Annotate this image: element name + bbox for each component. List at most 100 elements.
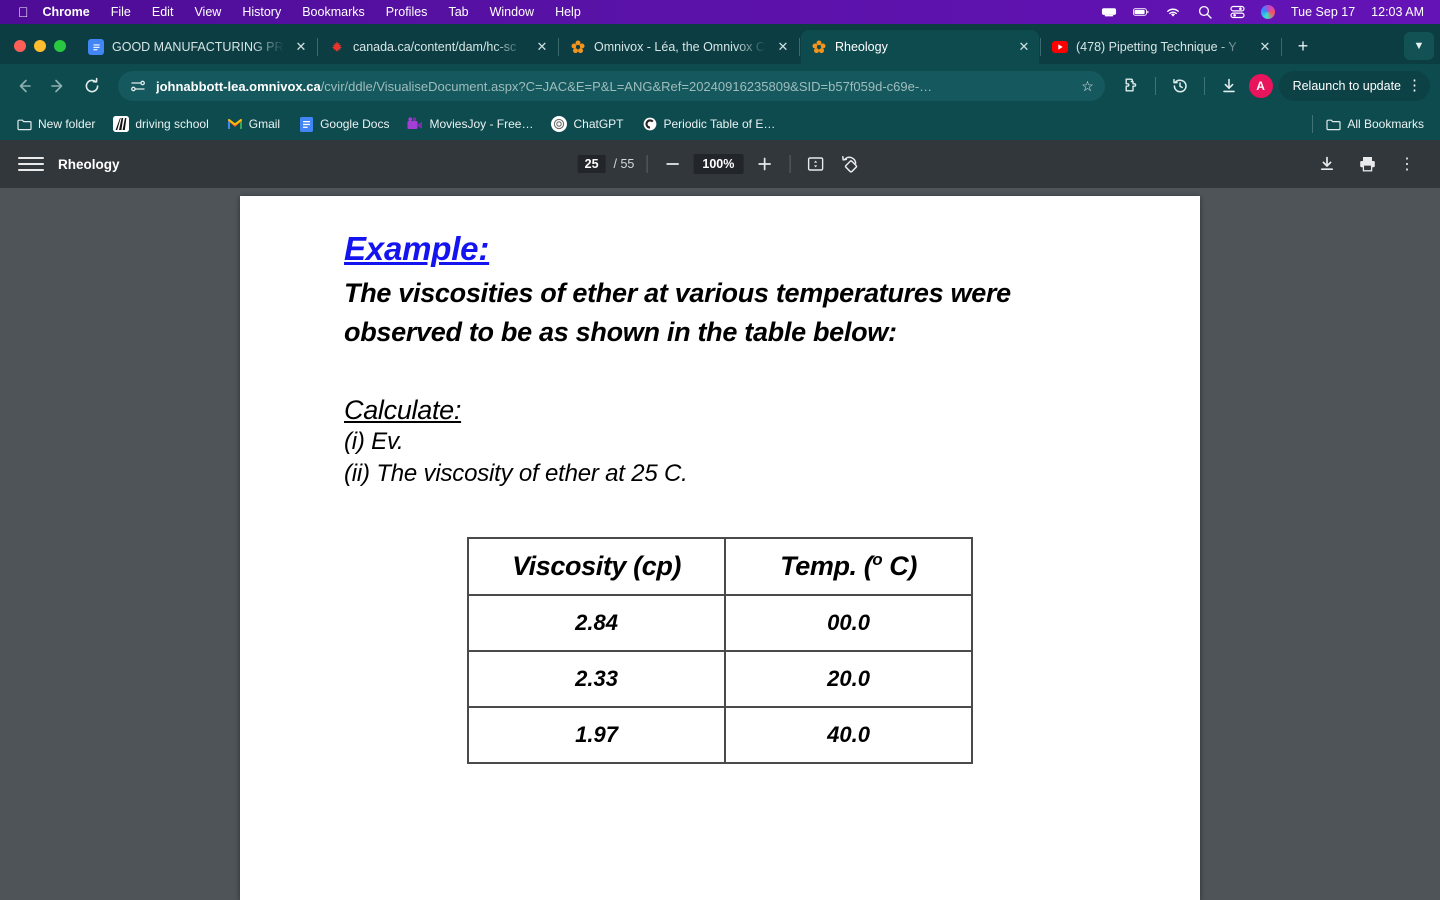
menu-item-edit[interactable]: Edit — [152, 5, 174, 19]
battery-icon[interactable] — [1133, 4, 1149, 20]
table-cell-temperature: 40.0 — [724, 705, 973, 764]
menu-item-bookmarks[interactable]: Bookmarks — [302, 5, 365, 19]
site-settings-icon[interactable] — [128, 76, 148, 96]
download-icon[interactable] — [1314, 151, 1340, 177]
pdf-document-title: Rheology — [58, 156, 120, 172]
folder-icon — [1325, 116, 1341, 132]
omnivox-flower-icon — [811, 39, 827, 55]
bookmark-moviesjoy[interactable]: MoviesJoy - Free… — [399, 112, 541, 136]
google-docs-icon — [88, 39, 104, 55]
minus-icon[interactable] — [659, 151, 685, 177]
all-bookmarks-button[interactable]: All Bookmarks — [1317, 112, 1432, 136]
close-tab-icon[interactable]: ✕ — [533, 38, 551, 56]
window-controls[interactable] — [8, 40, 78, 64]
tab-rheology[interactable]: Rheology ✕ — [801, 30, 1039, 64]
fit-to-page-icon[interactable] — [802, 151, 828, 177]
tab-separator — [558, 38, 559, 56]
close-tab-icon[interactable]: ✕ — [774, 38, 792, 56]
tab-title: (478) Pipetting Technique - Y — [1076, 40, 1237, 54]
table-header-viscosity: Viscosity (cp) — [466, 536, 727, 596]
bookmark-label: New folder — [38, 117, 96, 131]
tab-title: Omnivox - Léa, the Omnivox C — [594, 40, 765, 54]
new-tab-button[interactable]: + — [1289, 32, 1317, 60]
history-clock-icon[interactable] — [1166, 72, 1194, 100]
plus-icon[interactable] — [751, 151, 777, 177]
table-header-row: Viscosity (cp) Temp. (o C) — [466, 536, 973, 596]
youtube-icon — [1052, 39, 1068, 55]
browser-toolbar: johnabbott-lea.omnivox.ca/cvir/ddle/Visu… — [0, 64, 1440, 108]
menu-item-profiles[interactable]: Profiles — [386, 5, 428, 19]
control-center-icon[interactable] — [1229, 4, 1245, 20]
close-tab-icon[interactable]: ✕ — [1256, 38, 1274, 56]
bookmark-periodic-table[interactable]: Periodic Table of E… — [634, 112, 784, 136]
tab-good-manufacturing[interactable]: GOOD MANUFACTURING PRA ✕ — [78, 30, 316, 64]
tab-strip: GOOD MANUFACTURING PRA ✕ canada.ca/conte… — [0, 24, 1440, 64]
reload-icon[interactable] — [78, 72, 106, 100]
menu-item-view[interactable]: View — [194, 5, 221, 19]
menu-item-history[interactable]: History — [242, 5, 281, 19]
bookmark-new-folder[interactable]: New folder — [8, 112, 103, 136]
three-dot-menu-icon[interactable]: ⋮ — [1407, 79, 1422, 93]
toolbar-separator — [646, 155, 648, 173]
menu-item-window[interactable]: Window — [490, 5, 534, 19]
apple-icon[interactable]:  — [18, 5, 29, 19]
siri-icon[interactable] — [1261, 5, 1275, 19]
folder-icon — [16, 116, 32, 132]
menu-item-file[interactable]: File — [111, 5, 131, 19]
tab-canada-ca[interactable]: canada.ca/content/dam/hc-sc ✕ — [319, 30, 557, 64]
forward-arrow-icon[interactable] — [44, 72, 72, 100]
chevron-down-icon[interactable]: ▼ — [1404, 32, 1434, 60]
back-arrow-icon[interactable] — [10, 72, 38, 100]
pdf-page-content: Example: The viscosities of ether at var… — [240, 230, 1200, 764]
puzzle-piece-icon[interactable] — [1117, 72, 1145, 100]
three-dot-menu-icon[interactable]: ⋮ — [1394, 151, 1420, 177]
canada-maple-leaf-icon — [329, 39, 345, 55]
pdf-viewer: Rheology 25 / 55 100% ⋮ Example: The vis… — [0, 140, 1440, 900]
address-bar[interactable]: johnabbott-lea.omnivox.ca/cvir/ddle/Visu… — [118, 71, 1105, 101]
tab-separator — [1281, 38, 1282, 56]
maximize-window-button[interactable] — [54, 40, 66, 52]
tab-title: Rheology — [835, 40, 888, 54]
zoom-level-value[interactable]: 100% — [693, 154, 744, 174]
close-window-button[interactable] — [14, 40, 26, 52]
document-item-ii: (ii) The viscosity of ether at 25 C. — [344, 459, 688, 487]
tab-pipetting-technique[interactable]: (478) Pipetting Technique - Y ✕ — [1042, 30, 1280, 64]
print-icon[interactable] — [1354, 151, 1380, 177]
table-row: 2.84 00.0 — [466, 593, 973, 652]
omnivox-flower-icon — [570, 39, 586, 55]
minimize-window-button[interactable] — [34, 40, 46, 52]
menu-item-tab[interactable]: Tab — [448, 5, 468, 19]
bookmark-gmail[interactable]: Gmail — [219, 112, 288, 136]
close-tab-icon[interactable]: ✕ — [292, 38, 310, 56]
url-domain: johnabbott-lea.omnivox.ca — [156, 78, 321, 94]
page-number-input[interactable]: 25 — [577, 155, 606, 173]
all-bookmarks-label: All Bookmarks — [1347, 117, 1424, 131]
relaunch-to-update-button[interactable]: Relaunch to update ⋮ — [1278, 71, 1430, 101]
total-pages-label: / 55 — [613, 157, 635, 171]
table-cell-viscosity: 1.97 — [466, 705, 727, 764]
tab-separator — [1040, 38, 1041, 56]
pdf-page-area[interactable]: Example: The viscosities of ether at var… — [0, 188, 1440, 900]
star-icon[interactable]: ☆ — [1079, 78, 1097, 95]
close-tab-icon[interactable]: ✕ — [1015, 38, 1033, 56]
tab-separator — [799, 38, 800, 56]
bookmark-chatgpt[interactable]: ChatGPT — [543, 112, 631, 136]
toolbar-separator — [1154, 77, 1156, 95]
avatar[interactable]: A — [1248, 74, 1273, 98]
screen-mirroring-icon[interactable] — [1101, 4, 1117, 20]
hamburger-menu-icon[interactable] — [18, 151, 44, 177]
search-icon[interactable] — [1197, 4, 1213, 20]
url-path: /cvir/ddle/VisualiseDocument.aspx?C=JAC&… — [320, 78, 933, 94]
wifi-icon[interactable] — [1165, 4, 1181, 20]
bookmark-driving-school[interactable]: driving school — [105, 112, 216, 136]
periodic-table-icon — [642, 116, 658, 132]
tab-omnivox-lea[interactable]: Omnivox - Léa, the Omnivox C ✕ — [560, 30, 798, 64]
download-icon[interactable] — [1215, 72, 1243, 100]
menu-item-chrome[interactable]: Chrome — [43, 5, 90, 19]
menu-item-help[interactable]: Help — [555, 5, 581, 19]
macos-menu-bar:  Chrome File Edit View History Bookmark… — [0, 0, 1440, 24]
bookmark-google-docs[interactable]: Google Docs — [290, 112, 397, 136]
chatgpt-icon — [551, 116, 568, 132]
bookmarks-separator — [1312, 115, 1314, 133]
rotate-icon[interactable] — [836, 151, 862, 177]
